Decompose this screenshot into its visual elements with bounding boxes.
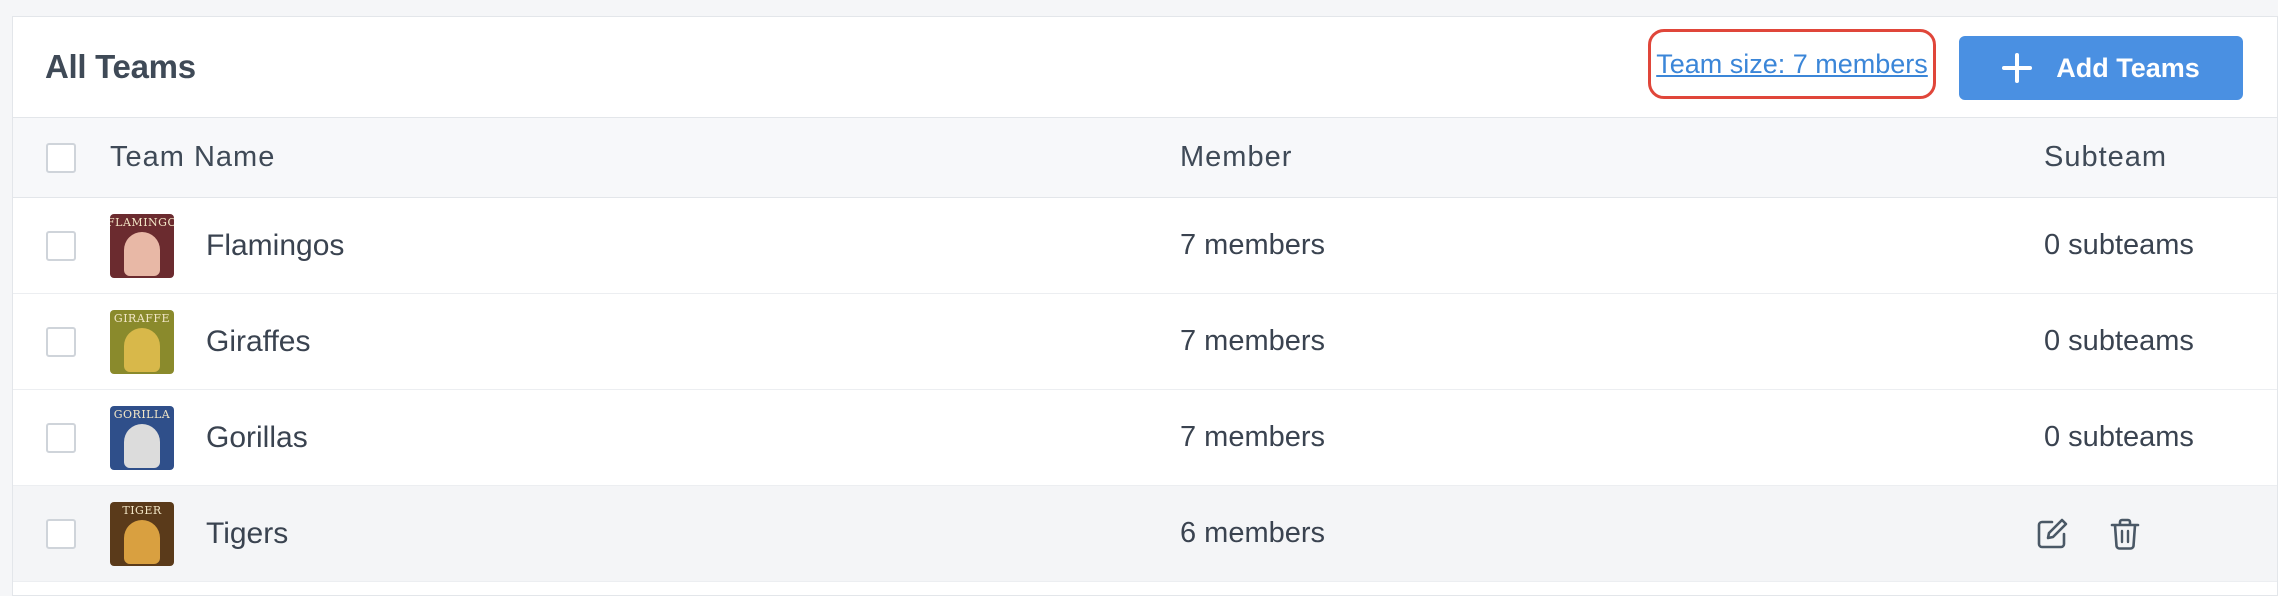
avatar-figure [124, 231, 160, 276]
team-name-cell: FLAMINGO Flamingos [110, 213, 344, 278]
table-row[interactable]: FLAMINGO Flamingos 7 members 0 subteams [13, 198, 2277, 294]
team-avatar: GIRAFFE [110, 309, 174, 374]
row-checkbox[interactable] [46, 518, 76, 549]
team-name-cell: GORILLA Gorillas [110, 405, 308, 470]
column-header-team-name[interactable]: Team Name [110, 141, 275, 174]
team-name-cell: TIGER Tigers [110, 501, 288, 566]
avatar-figure [124, 423, 160, 468]
team-size-link[interactable]: Team size: 7 members [1648, 29, 1936, 99]
row-checkbox[interactable] [46, 326, 76, 357]
row-checkbox[interactable] [46, 230, 76, 261]
select-all-checkbox[interactable] [46, 142, 76, 173]
panel-header: All Teams Team size: 7 members Add Teams [13, 17, 2277, 118]
avatar-figure [124, 519, 160, 564]
trash-icon[interactable] [2108, 517, 2142, 559]
avatar-label: GORILLA [113, 407, 171, 421]
team-name[interactable]: Flamingos [206, 229, 344, 263]
member-count: 7 members [1180, 325, 1326, 357]
team-name[interactable]: Gorillas [206, 421, 308, 455]
column-header-member[interactable]: Member [1180, 141, 1292, 174]
table-row[interactable]: GIRAFFE Giraffes 7 members 0 subteams [13, 294, 2277, 390]
subteam-count: 0 subteams [2044, 229, 2194, 261]
team-avatar: FLAMINGO [110, 213, 174, 278]
row-checkbox[interactable] [46, 422, 76, 453]
avatar-label: TIGER [122, 503, 162, 517]
member-count: 6 members [1180, 517, 1326, 549]
table-header: Team Name Member Subteam [13, 118, 2277, 198]
add-teams-button[interactable]: Add Teams [1959, 36, 2243, 100]
plus-icon [2002, 53, 2033, 83]
team-name[interactable]: Tigers [206, 517, 288, 551]
avatar-figure [124, 327, 160, 372]
page-title: All Teams [45, 48, 196, 85]
column-header-subteam[interactable]: Subteam [2044, 141, 2167, 174]
subteam-count: 0 subteams [2044, 325, 2194, 357]
teams-panel: All Teams Team size: 7 members Add Teams… [12, 16, 2278, 596]
table-row[interactable]: TIGER Tigers 6 members [13, 486, 2277, 582]
team-name[interactable]: Giraffes [206, 325, 311, 359]
add-teams-label: Add Teams [2056, 52, 2200, 83]
member-count: 7 members [1180, 421, 1326, 453]
member-count: 7 members [1180, 229, 1326, 261]
avatar-label: GIRAFFE [113, 311, 171, 325]
team-avatar: TIGER [110, 501, 174, 566]
team-avatar: GORILLA [110, 405, 174, 470]
team-name-cell: GIRAFFE Giraffes [110, 309, 311, 374]
avatar-label: FLAMINGO [110, 215, 174, 229]
subteam-count: 0 subteams [2044, 421, 2194, 453]
edit-icon[interactable] [2035, 517, 2069, 559]
table-row[interactable]: GORILLA Gorillas 7 members 0 subteams [13, 390, 2277, 486]
